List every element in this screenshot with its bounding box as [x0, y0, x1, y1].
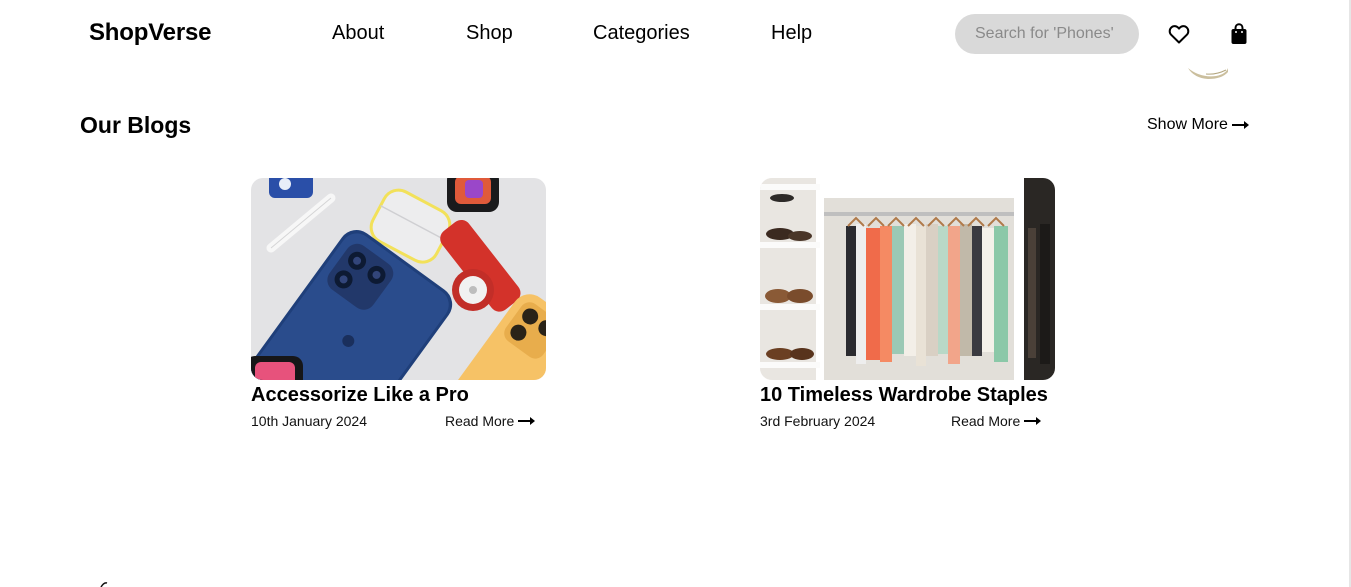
nav-link-help[interactable]: Help [771, 22, 812, 45]
read-more-label: Read More [445, 413, 515, 429]
read-more-link[interactable]: Read More [445, 413, 536, 429]
navbar: ShopVerse About Shop Categories Help [0, 0, 1349, 68]
page: ShopVerse About Shop Categories Help Our… [0, 0, 1349, 587]
blog-post-date: 10th January 2024 [251, 413, 367, 429]
blog-post-title[interactable]: Accessorize Like a Pro [251, 384, 547, 407]
read-more-label: Read More [951, 413, 1021, 429]
search-input[interactable] [955, 14, 1139, 54]
show-more-label: Show More [1147, 116, 1228, 133]
arrow-right-icon [1231, 121, 1249, 129]
arrow-right-icon [1024, 417, 1042, 425]
blog-post-title[interactable]: 10 Timeless Wardrobe Staples [760, 384, 1056, 407]
blog-image-phone-accessories[interactable] [251, 178, 546, 380]
blog-image-wardrobe-closet[interactable] [760, 178, 1055, 380]
next-section-title-edge [100, 582, 108, 587]
nav-link-categories[interactable]: Categories [593, 22, 690, 45]
blog-card: 10 Timeless Wardrobe Staples 3rd Februar… [760, 178, 1056, 431]
partial-product-image [1188, 68, 1228, 79]
section-title-our-blogs: Our Blogs [80, 112, 192, 138]
heart-icon[interactable] [1167, 22, 1191, 46]
brand-logo[interactable]: ShopVerse [89, 19, 211, 47]
shopping-bag-icon[interactable] [1227, 22, 1251, 46]
nav-link-about[interactable]: About [332, 22, 384, 45]
blog-post-meta: 3rd February 2024 Read More [760, 411, 1056, 431]
nav-link-shop[interactable]: Shop [466, 22, 513, 45]
blog-post-date: 3rd February 2024 [760, 413, 876, 429]
arrow-right-icon [518, 417, 536, 425]
blog-card: Accessorize Like a Pro 10th January 2024… [251, 178, 547, 431]
read-more-link[interactable]: Read More [951, 413, 1042, 429]
show-more-link[interactable]: Show More [1147, 116, 1250, 134]
blog-post-meta: 10th January 2024 Read More [251, 411, 547, 431]
